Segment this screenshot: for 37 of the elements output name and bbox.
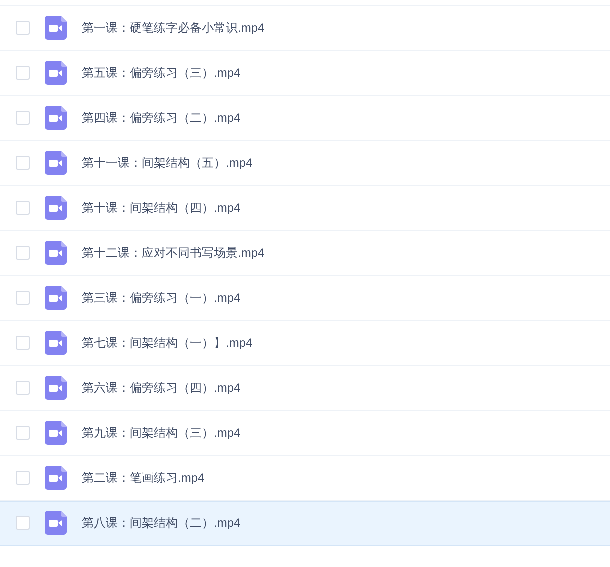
file-name[interactable]: 第五课：偏旁练习（三）.mp4	[82, 64, 241, 82]
video-file-icon	[45, 331, 67, 355]
video-file-icon	[45, 106, 67, 130]
checkbox[interactable]	[16, 111, 30, 125]
video-file-icon	[45, 466, 67, 490]
file-name[interactable]: 第十二课：应对不同书写场景.mp4	[82, 244, 265, 262]
checkbox[interactable]	[16, 201, 30, 215]
checkbox[interactable]	[16, 516, 30, 530]
video-file-icon	[45, 196, 67, 220]
checkbox[interactable]	[16, 291, 30, 305]
file-name[interactable]: 第三课：偏旁练习（一）.mp4	[82, 289, 241, 307]
video-file-icon	[45, 61, 67, 85]
checkbox[interactable]	[16, 246, 30, 260]
video-file-icon	[45, 151, 67, 175]
checkbox[interactable]	[16, 381, 30, 395]
checkbox[interactable]	[16, 21, 30, 35]
video-file-icon	[45, 241, 67, 265]
checkbox[interactable]	[16, 66, 30, 80]
file-name[interactable]: 第六课：偏旁练习（四）.mp4	[82, 379, 241, 397]
video-file-icon	[45, 421, 67, 445]
video-file-icon	[45, 286, 67, 310]
video-file-icon	[45, 511, 67, 535]
file-name[interactable]: 第四课：偏旁练习（二）.mp4	[82, 109, 241, 127]
checkbox[interactable]	[16, 426, 30, 440]
file-name[interactable]: 第十一课：间架结构（五）.mp4	[82, 154, 253, 172]
file-row[interactable]: 第八课：间架结构（二）.mp4	[0, 501, 610, 546]
file-name[interactable]: 第八课：间架结构（二）.mp4	[82, 514, 241, 532]
file-name[interactable]: 第二课：笔画练习.mp4	[82, 469, 205, 487]
checkbox[interactable]	[16, 156, 30, 170]
checkbox[interactable]	[16, 471, 30, 485]
checkbox[interactable]	[16, 336, 30, 350]
video-file-icon	[45, 376, 67, 400]
file-name[interactable]: 第十课：间架结构（四）.mp4	[82, 199, 241, 217]
video-file-icon	[45, 16, 67, 40]
file-name[interactable]: 第九课：间架结构（三）.mp4	[82, 424, 241, 442]
file-name[interactable]: 第一课：硬笔练字必备小常识.mp4	[82, 19, 265, 37]
file-name[interactable]: 第七课：间架结构（一）】.mp4	[82, 334, 253, 352]
